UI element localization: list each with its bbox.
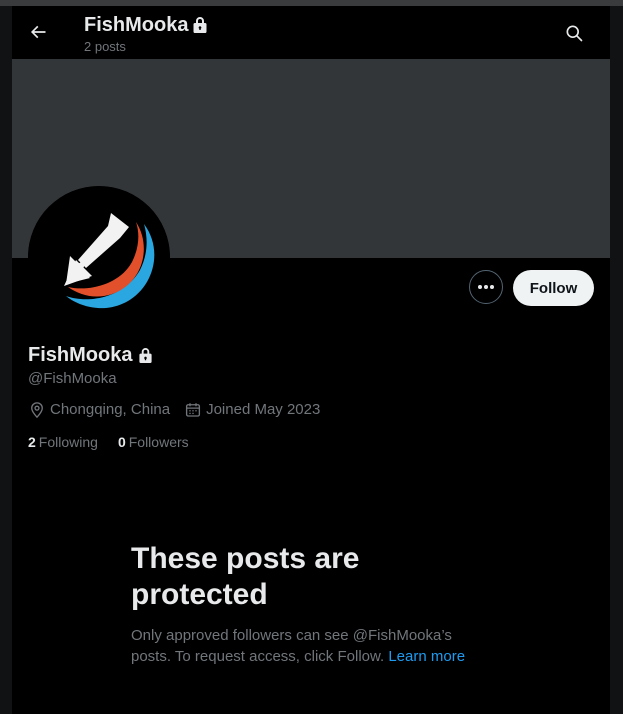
- join-date-text: Joined May 2023: [206, 401, 321, 418]
- protected-title: These posts are protected: [131, 542, 360, 611]
- lock-icon: [192, 16, 208, 34]
- more-options-button[interactable]: [469, 270, 503, 304]
- search-icon: [566, 25, 583, 42]
- arrow-left-icon: [30, 25, 46, 39]
- display-name: FishMooka: [28, 343, 153, 367]
- browser-viewport: FishMooka 2 posts Follow FishMooka @Fish…: [0, 0, 623, 714]
- location-text: Chongqing, China: [50, 401, 171, 418]
- protected-notice: These posts are protected Only approved …: [131, 541, 491, 667]
- protected-body: Only approved followers can see @FishMoo…: [131, 625, 491, 667]
- following-count: 2: [28, 434, 36, 450]
- avatar-logo: [28, 186, 170, 328]
- avatar[interactable]: [28, 186, 170, 328]
- posts-count: 2 posts: [84, 39, 126, 54]
- lock-icon: [138, 347, 153, 364]
- follow-button[interactable]: Follow: [513, 270, 594, 306]
- profile-column: FishMooka 2 posts Follow FishMooka @Fish…: [12, 6, 610, 714]
- followers-label: Followers: [128, 434, 189, 450]
- profile-meta: Chongqing, China Joined May 2023: [28, 400, 334, 420]
- handle: @FishMooka: [28, 370, 117, 387]
- right-gutter: [610, 6, 623, 714]
- display-name-text: FishMooka: [28, 344, 133, 366]
- followers-link[interactable]: 0 Followers: [118, 433, 189, 451]
- location: Chongqing, China: [28, 400, 170, 420]
- back-button[interactable]: [24, 18, 52, 46]
- header-title-text: FishMooka: [84, 14, 189, 36]
- profile-header: FishMooka 2 posts: [12, 6, 610, 59]
- calendar-icon: [186, 403, 201, 417]
- follow-counts: 2 Following 0 Followers: [28, 433, 209, 451]
- location-pin-icon: [31, 402, 43, 419]
- followers-count: 0: [117, 434, 126, 450]
- following-label: Following: [38, 434, 98, 450]
- more-icon: [478, 285, 494, 289]
- following-link[interactable]: 2 Following: [28, 433, 98, 451]
- left-gutter: [0, 6, 12, 714]
- header-title: FishMooka: [84, 13, 208, 37]
- search-button[interactable]: [561, 20, 587, 46]
- learn-more-link[interactable]: Learn more: [388, 648, 465, 665]
- join-date: Joined May 2023: [184, 400, 320, 420]
